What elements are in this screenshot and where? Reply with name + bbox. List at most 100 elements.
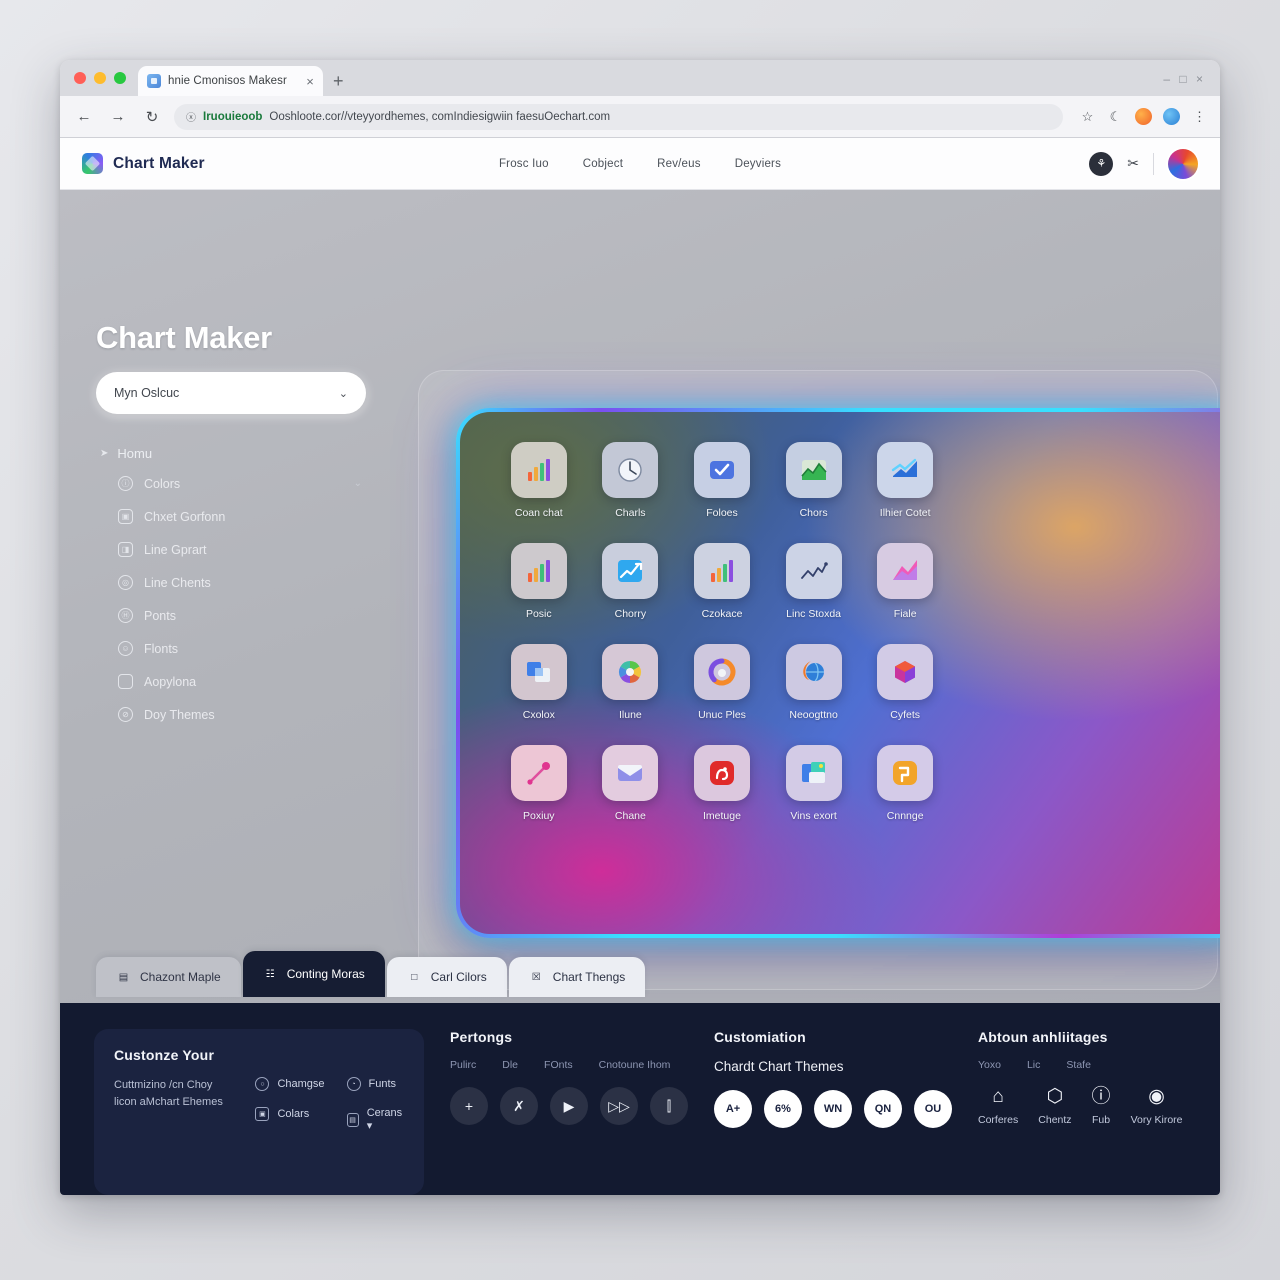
bookmark-star-icon[interactable]: ☆ [1079, 108, 1096, 125]
gallery-tile-11[interactable]: Ilune [594, 644, 668, 721]
crescent-icon[interactable]: ☾ [1107, 108, 1124, 125]
footer-action-button-4[interactable]: ⫿ [650, 1087, 688, 1125]
footer-link[interactable]: ▤ Cerans ▾ [346, 1107, 404, 1132]
footer-col-about: Abtoun anhliitages Yoxo Lic Stafe ⌂ Corfere… [978, 1029, 1186, 1195]
cube-icon [877, 644, 934, 700]
minimize-window-dot[interactable] [94, 72, 106, 84]
sidebar-item-0[interactable]: ⓘ Colors ⌄ [96, 467, 366, 500]
gallery-tile-2[interactable]: Foloes [685, 442, 759, 519]
sidebar-item-label: Aopylona [144, 674, 197, 689]
gallery-tile-1[interactable]: Charls [594, 442, 668, 519]
gallery-tile-5[interactable]: Posic [502, 543, 576, 620]
about-link-0[interactable]: ⌂ Corferes [978, 1087, 1018, 1126]
nav-item-0[interactable]: Frosc Iuo [499, 158, 549, 170]
footer-col-settings: Pertongs Pulirc Dle FOnts Cnotoune Ihom + ✗ ▶… [450, 1029, 688, 1195]
footer-link[interactable]: ○ Chamgse [255, 1077, 325, 1091]
sidebar-item-icon: ⓘ [118, 476, 133, 491]
reload-icon[interactable]: ↻ [140, 105, 164, 129]
window-controls[interactable]: – □ × [1163, 72, 1206, 86]
sidebar-item-home[interactable]: ➤ Homu [96, 440, 366, 467]
about-link-3[interactable]: ◉ Vory Kirore [1131, 1087, 1183, 1126]
page-tab-1[interactable]: ☷ Conting Moras [242, 951, 385, 997]
footer-action-button-2[interactable]: ▶ [550, 1087, 588, 1125]
gallery-tile-13[interactable]: Neoogttno [777, 644, 851, 721]
gallery-tile-14[interactable]: Cyfets [868, 644, 942, 721]
shear-icon[interactable]: ✂ [1127, 155, 1139, 172]
gallery-tile-10[interactable]: Cxolox [502, 644, 576, 721]
sidebar-item-7[interactable]: ⊘ Doy Themes [96, 698, 366, 731]
page-tab-label: Conting Moras [286, 967, 365, 981]
gallery-tile-18[interactable]: Vins exort [777, 745, 851, 822]
address-bar[interactable]: ⓧ Iruouieoob Ooshloote.cor//vteyyordheme… [174, 103, 1063, 130]
browser-tab[interactable]: hnie Cmonisos Makesr × [138, 66, 323, 96]
gallery-tile-label: Chane [614, 810, 646, 822]
sidebar-item-2[interactable]: ◨ Line Gprart [96, 533, 366, 566]
forward-icon[interactable]: → [106, 105, 130, 129]
gallery-tile-0[interactable]: Coan chat [502, 442, 576, 519]
gallery-tile-12[interactable]: Unuc Ples [685, 644, 759, 721]
theme-badge-1[interactable]: 6% [764, 1090, 802, 1128]
nav-item-2[interactable]: Rev/eus [657, 158, 701, 170]
window-traffic-lights[interactable] [70, 60, 138, 96]
nav-item-3[interactable]: Deyviers [735, 158, 781, 170]
extension-orange-icon[interactable] [1135, 108, 1152, 125]
sidebar-item-4[interactable]: Ⓗ Ponts [96, 599, 366, 632]
theme-badge-3[interactable]: QN [864, 1090, 902, 1128]
footer-sublabel-0: Pulirc [450, 1059, 477, 1071]
sidebar-item-1[interactable]: ▣ Chxet Gorfonn [96, 500, 366, 533]
new-tab-button[interactable]: + [333, 71, 344, 96]
sidebar-item-3[interactable]: ◎ Line Chents [96, 566, 366, 599]
footer-link-label: Colars [277, 1108, 310, 1120]
brand[interactable]: Chart Maker [82, 153, 205, 174]
gallery-tile-7[interactable]: Czokace [685, 543, 759, 620]
gallery-tile-label: Cnnnge [886, 810, 924, 822]
nav-item-1[interactable]: Cobject [583, 158, 623, 170]
avatar[interactable] [1168, 148, 1198, 179]
about-link-2[interactable]: ⓘ Fub [1092, 1087, 1111, 1126]
theme-badge-4[interactable]: OU [914, 1090, 952, 1128]
footer-heading-3: Customiation [714, 1029, 806, 1045]
orange-ring-icon [693, 644, 750, 700]
settings-circle-icon[interactable]: ⚘ [1089, 151, 1114, 176]
theme-select[interactable]: Myn Oslcuc ⌄ [96, 372, 366, 414]
sidebar-item-5[interactable]: ☺ Flonts [96, 632, 366, 665]
sidebar-item-6[interactable]: Aopylona [96, 665, 366, 698]
sidebar-item-icon: ▣ [118, 509, 133, 524]
footer-action-button-3[interactable]: ▷▷ [600, 1087, 638, 1125]
gallery-tile-19[interactable]: Cnnnge [868, 745, 942, 822]
gallery-tile-17[interactable]: Imetuge [685, 745, 759, 822]
back-icon[interactable]: ← [72, 105, 96, 129]
page-tab-2[interactable]: □ Carl Cilors [386, 957, 507, 997]
about-link-1[interactable]: ⬡ Chentz [1038, 1087, 1071, 1126]
site-info-icon[interactable]: ⓧ [186, 109, 196, 124]
page-tab-0[interactable]: ▤ Chazont Maple [96, 957, 241, 997]
sidebar: Chart Maker Myn Oslcuc ⌄ ➤ Homu ⓘ Colors ⌄… [96, 320, 366, 731]
theme-badge-2[interactable]: WN [814, 1090, 852, 1128]
gallery-tile-15[interactable]: Poxiuy [502, 745, 576, 822]
browser-menu-kebab-icon[interactable]: ⋮ [1191, 108, 1208, 125]
gallery-tile-4[interactable]: Ilhier Cotet [868, 442, 942, 519]
footer-action-button-0[interactable]: + [450, 1087, 488, 1125]
sidebar-item-label: Line Chents [144, 575, 211, 590]
close-tab-icon[interactable]: × [306, 75, 314, 88]
footer-link[interactable]: ◔ Funts [346, 1077, 404, 1091]
gallery-tile-3[interactable]: Chors [777, 442, 851, 519]
gallery-tile-8[interactable]: Linc Stoxda [777, 543, 851, 620]
page-tab-3[interactable]: ☒ Chart Thengs [508, 957, 646, 997]
theme-badge-0[interactable]: A+ [714, 1090, 752, 1128]
extension-blue-icon[interactable] [1163, 108, 1180, 125]
footer-sublabels: Pulirc Dle FOnts Cnotoune Ihom [450, 1059, 688, 1071]
gallery-tile-label: Fiale [893, 608, 917, 620]
bar-chart-icon [510, 543, 567, 599]
envelope-icon [602, 745, 659, 801]
footer-link[interactable]: ▣ Colars [255, 1107, 324, 1121]
gallery-tile-6[interactable]: Chorry [594, 543, 668, 620]
maximize-window-dot[interactable] [114, 72, 126, 84]
footer-sublabel-2: FOnts [544, 1059, 573, 1071]
shield-icon: ◉ [1148, 1086, 1165, 1107]
footer-action-button-1[interactable]: ✗ [500, 1087, 538, 1125]
gallery-tile-16[interactable]: Chane [594, 745, 668, 822]
close-window-dot[interactable] [74, 72, 86, 84]
gallery-tile-9[interactable]: Fiale [868, 543, 942, 620]
photo-stack-icon [785, 745, 842, 801]
